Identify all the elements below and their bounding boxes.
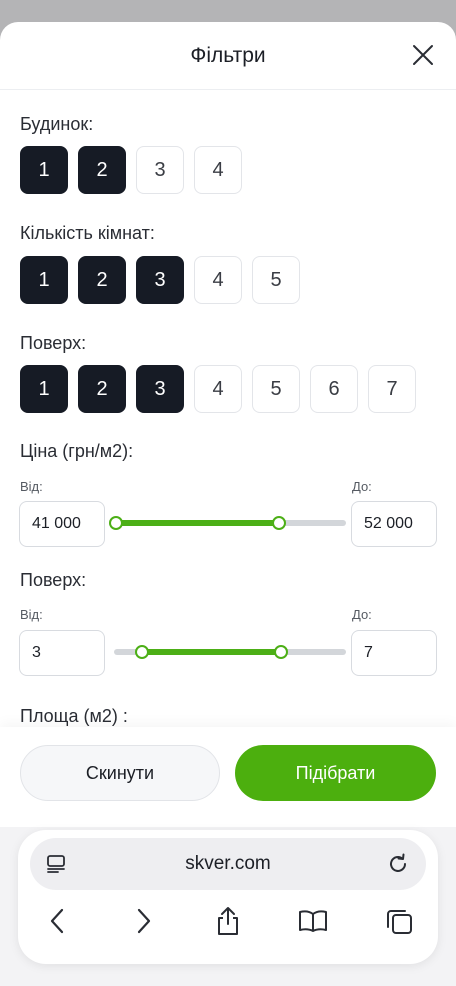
floor-to-label: До: bbox=[352, 607, 372, 622]
url-text: skver.com bbox=[185, 853, 271, 874]
sheet-header: Фільтри bbox=[0, 22, 456, 90]
floor-options: 1 2 3 4 5 6 7 bbox=[20, 365, 416, 413]
floor-range-label: Поверх: bbox=[20, 570, 87, 590]
floor-from-label: Від: bbox=[20, 607, 43, 622]
rooms-options: 1 2 3 4 5 bbox=[20, 256, 300, 304]
reload-icon[interactable] bbox=[386, 852, 410, 876]
floor-label: Поверх: bbox=[20, 333, 87, 353]
rooms-option-1[interactable]: 1 bbox=[20, 256, 68, 304]
bookmarks-button[interactable] bbox=[298, 906, 328, 936]
slider-min-handle[interactable] bbox=[109, 516, 123, 530]
close-icon bbox=[413, 45, 433, 65]
reset-button[interactable]: Скинути bbox=[20, 745, 220, 801]
price-to-input[interactable] bbox=[351, 501, 437, 547]
floor-option-5[interactable]: 5 bbox=[252, 365, 300, 413]
rooms-option-4[interactable]: 4 bbox=[194, 256, 242, 304]
floor-option-2[interactable]: 2 bbox=[78, 365, 126, 413]
building-option-2[interactable]: 2 bbox=[78, 146, 126, 194]
building-option-4[interactable]: 4 bbox=[194, 146, 242, 194]
floor-from-input[interactable] bbox=[19, 630, 105, 676]
browser-toolbar: skver.com bbox=[0, 827, 456, 986]
price-from-input[interactable] bbox=[19, 501, 105, 547]
building-options: 1 2 3 4 bbox=[20, 146, 242, 194]
building-option-1[interactable]: 1 bbox=[20, 146, 68, 194]
price-label: Ціна (грн/м2): bbox=[20, 441, 134, 461]
bookmarks-icon bbox=[299, 910, 327, 932]
close-button[interactable] bbox=[412, 44, 434, 66]
back-button[interactable] bbox=[42, 906, 72, 936]
slider-max-handle[interactable] bbox=[272, 516, 287, 530]
rooms-option-2[interactable]: 2 bbox=[78, 256, 126, 304]
rooms-option-5[interactable]: 5 bbox=[252, 256, 300, 304]
building-label: Будинок: bbox=[20, 114, 94, 134]
forward-button[interactable] bbox=[129, 906, 159, 936]
slider-fill bbox=[141, 649, 282, 655]
rooms-label: Кількість кімнат: bbox=[20, 223, 155, 243]
area-label: Площа (м2) : bbox=[20, 706, 128, 726]
floor-option-7[interactable]: 7 bbox=[368, 365, 416, 413]
address-bar[interactable]: skver.com bbox=[30, 838, 426, 890]
price-to-label: До: bbox=[352, 479, 372, 494]
price-from-label: Від: bbox=[20, 479, 43, 494]
tabs-icon bbox=[387, 910, 412, 934]
slider-max-handle[interactable] bbox=[274, 645, 289, 659]
floor-range-slider[interactable] bbox=[114, 642, 346, 662]
browser-card: skver.com bbox=[18, 830, 438, 964]
slider-fill bbox=[116, 520, 280, 526]
filter-sheet: Фільтри Будинок: 1 2 3 4 Кількість кімна… bbox=[0, 22, 456, 986]
action-bar: Скинути Підібрати bbox=[0, 727, 456, 827]
share-icon bbox=[218, 907, 238, 935]
forward-icon bbox=[137, 908, 151, 934]
floor-option-4[interactable]: 4 bbox=[194, 365, 242, 413]
apply-button[interactable]: Підібрати bbox=[235, 745, 436, 801]
page-title: Фільтри bbox=[190, 44, 266, 67]
building-option-3[interactable]: 3 bbox=[136, 146, 184, 194]
tabs-button[interactable] bbox=[384, 906, 414, 936]
floor-option-1[interactable]: 1 bbox=[20, 365, 68, 413]
share-button[interactable] bbox=[213, 906, 243, 936]
back-icon bbox=[50, 908, 64, 934]
rooms-option-3[interactable]: 3 bbox=[136, 256, 184, 304]
floor-to-input[interactable] bbox=[351, 630, 437, 676]
slider-min-handle[interactable] bbox=[134, 645, 149, 659]
price-range-slider[interactable] bbox=[109, 513, 346, 533]
floor-option-6[interactable]: 6 bbox=[310, 365, 358, 413]
floor-option-3[interactable]: 3 bbox=[136, 365, 184, 413]
